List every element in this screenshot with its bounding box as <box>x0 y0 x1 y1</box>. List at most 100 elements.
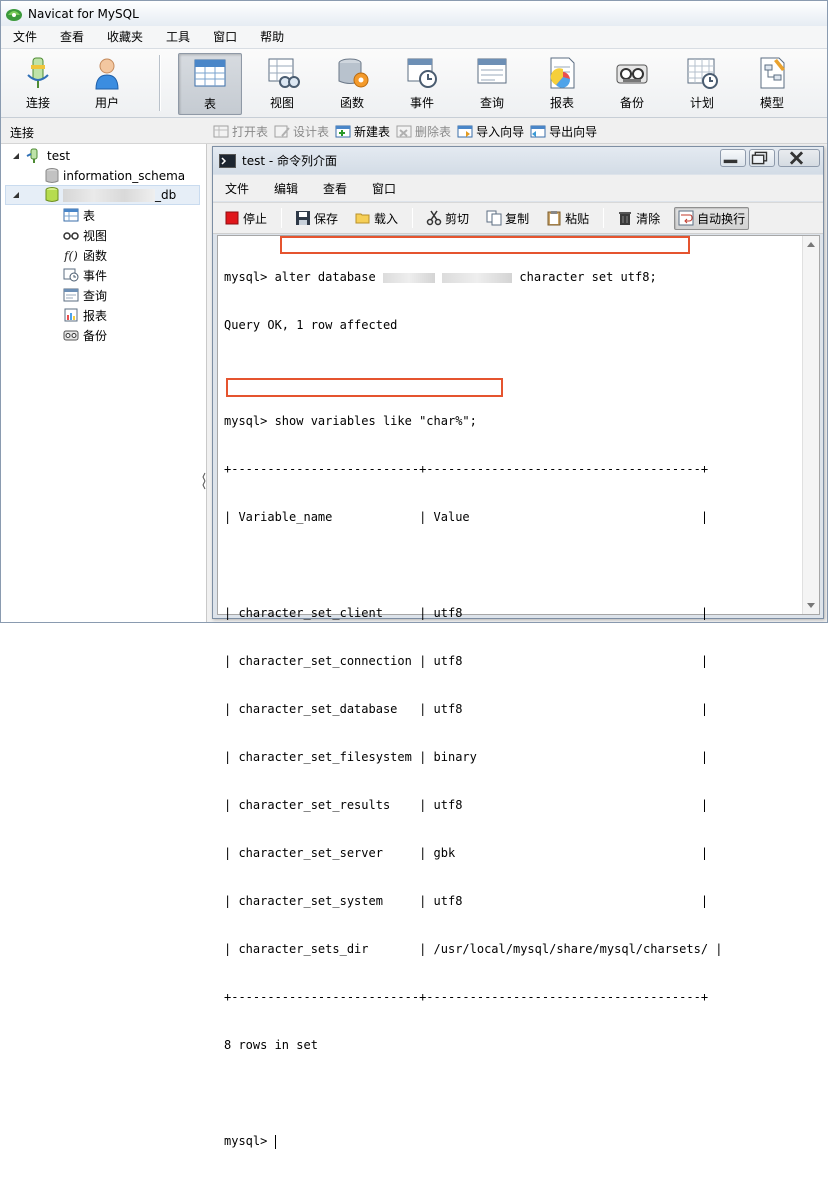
backup-button[interactable]: 备份 <box>600 53 664 115</box>
load-button[interactable]: 载入 <box>352 208 401 229</box>
menu-file[interactable]: 文件 <box>1 26 48 48</box>
copy-button[interactable]: 复制 <box>483 208 532 229</box>
tree-item-events[interactable]: 事件 <box>63 265 107 285</box>
clear-button[interactable]: 清除 <box>614 208 663 229</box>
save-button[interactable]: 保存 <box>292 208 341 229</box>
minimize-icon <box>723 159 737 164</box>
user-label: 用户 <box>94 96 119 110</box>
svg-text:f(): f() <box>63 249 78 262</box>
console-toolbar: 停止 保存 载入 剪切 复制 粘贴 清除 自动换行 <box>213 202 823 234</box>
import-wizard-label: 导入向导 <box>476 125 525 139</box>
tree-item-reports[interactable]: 报表 <box>63 305 107 325</box>
model-button[interactable]: 模型 <box>740 53 804 115</box>
connect-label: 连接 <box>25 96 50 110</box>
console-menu-edit[interactable]: 编辑 <box>262 180 311 197</box>
close-button[interactable] <box>778 149 820 167</box>
database-green-icon <box>45 187 59 202</box>
console-prompt-line[interactable]: mysql> <box>224 1133 723 1149</box>
stop-icon <box>225 211 239 225</box>
export-wizard-button[interactable]: 导出向导 <box>530 123 597 140</box>
toolbar-separator <box>603 208 605 228</box>
tree-item-queries[interactable]: 查询 <box>63 285 107 305</box>
toolbar-separator <box>412 208 414 228</box>
menu-view[interactable]: 查看 <box>48 26 95 48</box>
tree-item-label: 查询 <box>83 288 108 303</box>
design-table-button[interactable]: 设计表 <box>274 123 329 140</box>
tree-item-tables[interactable]: 表 <box>63 205 95 225</box>
result-table-row: | character_set_filesystem | binary | <box>224 750 709 764</box>
menu-favorites[interactable]: 收藏夹 <box>95 26 154 48</box>
open-table-icon <box>213 125 229 138</box>
scroll-up-arrow-icon[interactable] <box>807 242 815 247</box>
new-table-label: 新建表 <box>354 125 391 139</box>
design-table-icon <box>274 125 290 138</box>
connect-button[interactable]: 连接 <box>6 53 70 115</box>
tree-db-label: information_schema <box>63 169 186 183</box>
save-disk-icon <box>296 211 311 225</box>
scroll-down-arrow-icon[interactable] <box>807 603 815 608</box>
tree-item-functions[interactable]: f() 函数 <box>63 245 107 265</box>
console-window-controls <box>717 149 820 167</box>
tree-item-views[interactable]: 视图 <box>63 225 107 245</box>
save-label: 保存 <box>314 211 339 226</box>
import-wizard-icon <box>457 125 473 138</box>
user-button[interactable]: 用户 <box>75 53 139 115</box>
menu-tools[interactable]: 工具 <box>154 26 201 48</box>
report-button[interactable]: 报表 <box>530 53 594 115</box>
navicat-logo-icon <box>6 8 22 21</box>
console-vertical-scrollbar[interactable] <box>802 236 819 614</box>
schedule-button[interactable]: 计划 <box>670 53 734 115</box>
function-button[interactable]: 函数 <box>320 53 384 115</box>
expand-arrow-icon <box>13 153 19 159</box>
result-table-row: | character_sets_dir | /usr/local/mysql/… <box>224 942 723 956</box>
event-icon <box>63 268 79 282</box>
word-wrap-toggle[interactable]: 自动换行 <box>674 206 750 230</box>
maximize-button[interactable] <box>749 149 775 167</box>
stop-button[interactable]: 停止 <box>221 208 270 229</box>
minimize-button[interactable] <box>720 149 746 167</box>
tree-db-selected[interactable]: _db <box>5 185 200 205</box>
result-table-header: | Variable_name | Value | <box>224 510 709 524</box>
paste-label: 粘贴 <box>565 211 590 226</box>
table-icon <box>194 59 226 87</box>
redacted-db-name <box>63 188 155 202</box>
connection-tree: test information_schema _db 表 视图 f() 函数 … <box>1 144 207 622</box>
query-icon <box>477 58 507 84</box>
report-label: 报表 <box>549 96 574 110</box>
table-button[interactable]: 表 <box>178 53 242 115</box>
export-wizard-icon <box>530 125 546 138</box>
query-button[interactable]: 查询 <box>460 53 524 115</box>
table-label: 表 <box>203 97 216 111</box>
splitter-grip-icon <box>202 472 206 490</box>
menu-help[interactable]: 帮助 <box>248 26 295 48</box>
delete-table-button[interactable]: 删除表 <box>396 123 451 140</box>
delete-table-icon <box>396 125 412 138</box>
open-table-button[interactable]: 打开表 <box>213 123 268 140</box>
restore-icon <box>751 151 767 165</box>
object-actions: 打开表 设计表 新建表 删除表 导入向导 导出向导 <box>213 123 603 140</box>
console-menu-window[interactable]: 窗口 <box>360 180 409 197</box>
open-table-label: 打开表 <box>232 125 269 139</box>
event-label: 事件 <box>409 96 434 110</box>
view-button[interactable]: 视图 <box>250 53 314 115</box>
import-wizard-button[interactable]: 导入向导 <box>457 123 524 140</box>
tree-db-information-schema[interactable]: information_schema <box>45 166 185 186</box>
tree-item-backups[interactable]: 备份 <box>63 325 107 345</box>
new-table-icon <box>335 125 351 138</box>
console-line: 8 rows in set <box>224 1038 318 1052</box>
table-icon <box>63 208 79 222</box>
tree-connection-test[interactable]: test <box>11 146 70 166</box>
menu-window[interactable]: 窗口 <box>201 26 248 48</box>
backup-icon <box>616 64 648 84</box>
console-menu-view[interactable]: 查看 <box>311 180 360 197</box>
console-menubar: 文件 编辑 查看 窗口 <box>213 175 823 201</box>
paste-button[interactable]: 粘贴 <box>543 208 592 229</box>
event-button[interactable]: 事件 <box>390 53 454 115</box>
console-menu-file[interactable]: 文件 <box>213 180 262 197</box>
new-table-button[interactable]: 新建表 <box>335 123 390 140</box>
console-output-area[interactable]: mysql> alter database character set utf8… <box>217 235 820 1149</box>
clipboard-icon <box>547 211 561 226</box>
cut-button[interactable]: 剪切 <box>423 208 472 229</box>
panel-splitter-handle[interactable] <box>201 451 207 511</box>
tree-item-label: 报表 <box>83 308 108 323</box>
